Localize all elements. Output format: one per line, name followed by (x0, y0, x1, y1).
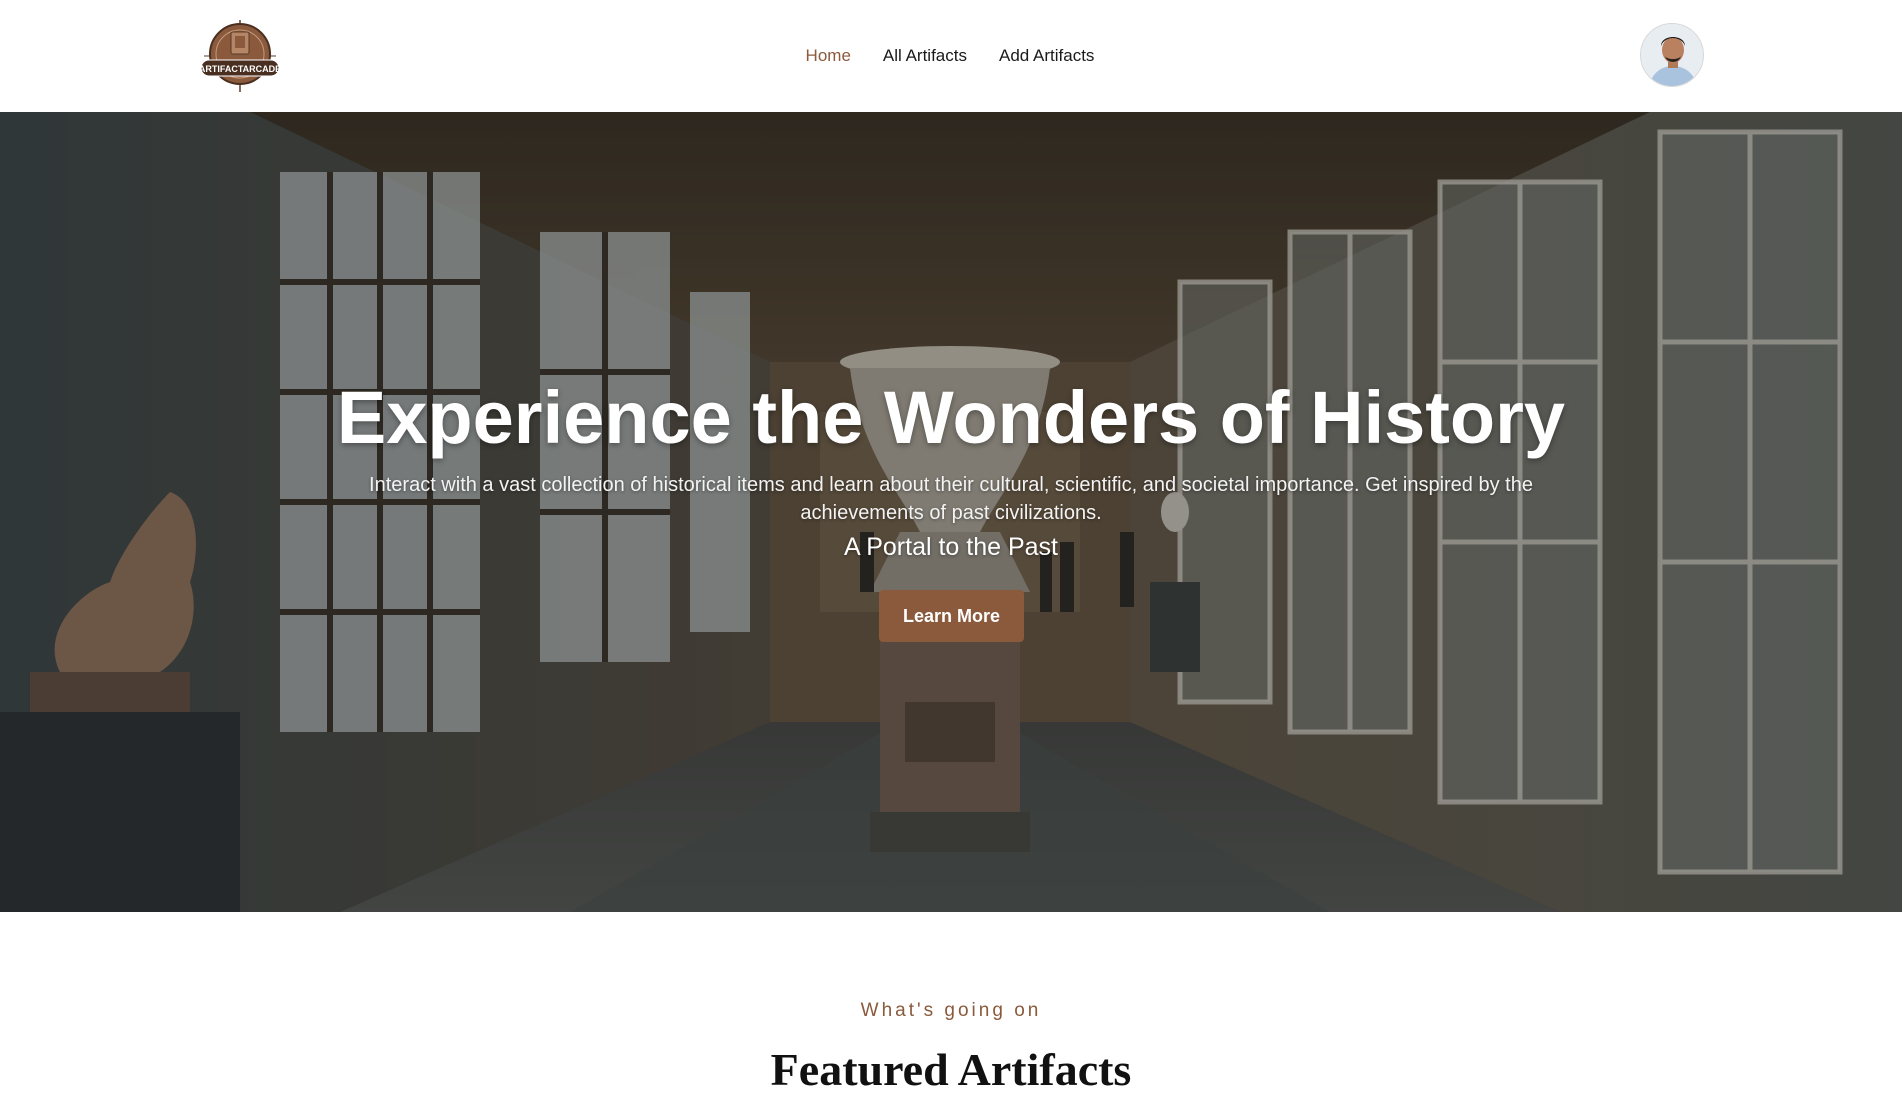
navbar: ARTIFACTARCADE Home All Artifacts Add Ar… (0, 0, 1902, 112)
featured-title: Featured Artifacts (770, 1044, 1132, 1095)
hero-section: Experience the Wonders of History Intera… (0, 112, 1902, 912)
learn-more-button[interactable]: Learn More (879, 590, 1024, 642)
main-nav: Home All Artifacts Add Artifacts (0, 0, 1902, 112)
featured-kicker: What's going on (860, 1000, 1042, 1021)
hero-content: Experience the Wonders of History Intera… (0, 112, 1902, 912)
hero-tagline: A Portal to the Past (843, 533, 1058, 561)
nav-add-artifacts[interactable]: Add Artifacts (999, 46, 1094, 66)
hero-title: Experience the Wonders of History (336, 376, 1566, 459)
user-avatar-icon (1641, 24, 1703, 86)
nav-home[interactable]: Home (806, 46, 851, 66)
user-avatar[interactable] (1640, 23, 1704, 87)
hero-description: Interact with a vast collection of histo… (369, 474, 1533, 524)
nav-all-artifacts[interactable]: All Artifacts (883, 46, 967, 66)
